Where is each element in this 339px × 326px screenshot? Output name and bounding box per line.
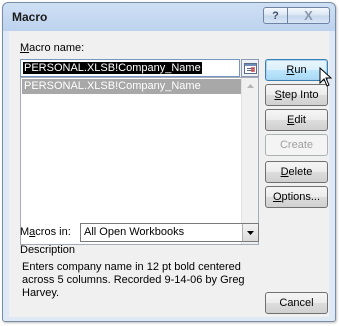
macros-in-dropdown[interactable]: All Open Workbooks [80, 223, 259, 242]
delete-button-accel: D [280, 166, 289, 178]
macro-dialog: Macro ? X Macro name: PERSONAL.XLSB!Comp… [2, 2, 336, 322]
macro-list[interactable]: PERSONAL.XLSB!Company_Name [20, 77, 259, 245]
dialog-title: Macro [12, 10, 48, 24]
mouse-pointer-icon [319, 67, 333, 87]
title-bar[interactable]: Macro ? X [3, 3, 335, 31]
macro-name-label: Macro name: [20, 42, 84, 54]
macros-in-value: All Open Workbooks [84, 226, 185, 238]
list-item[interactable]: PERSONAL.XLSB!Company_Name [22, 79, 242, 94]
options-button-rest: ptions... [281, 191, 321, 203]
edit-button-accel: E [287, 114, 295, 126]
edit-button[interactable]: Edit [265, 109, 328, 131]
run-button-rest: un [294, 64, 307, 76]
run-button-accel: R [286, 64, 295, 76]
cancel-button-label: Cancel [279, 297, 314, 309]
description-text: Enters company name in 12 pt bold center… [22, 261, 245, 299]
close-icon: X [304, 8, 313, 23]
options-button[interactable]: Options... [265, 186, 328, 208]
macros-in-label: Macros in: [20, 226, 71, 238]
macro-name-input[interactable]: PERSONAL.XLSB!Company_Name [20, 59, 240, 77]
description-label: Description [20, 244, 76, 256]
step-into-button-accel: S [274, 89, 282, 101]
macro-name-value: PERSONAL.XLSB!Company_Name [23, 62, 202, 74]
edit-button-rest: dit [294, 114, 306, 126]
collapse-dialog-button[interactable] [241, 59, 259, 77]
delete-button[interactable]: Delete [265, 161, 328, 183]
scroll-up-arrow-icon[interactable] [242, 78, 258, 94]
step-into-button-rest: tep Into [281, 89, 319, 101]
step-into-button[interactable]: Step Into [265, 84, 328, 106]
macros-in-label-prefix: M [20, 226, 30, 238]
options-button-accel: O [272, 191, 282, 203]
dialog-body: Macro name: PERSONAL.XLSB!Company_Name P… [9, 31, 329, 317]
delete-button-rest: elete [288, 166, 313, 178]
macro-list-scrollbar[interactable] [241, 78, 258, 244]
help-icon: ? [272, 9, 279, 22]
macro-name-label-accel: M [20, 42, 30, 54]
macro-name-label-rest: acro name: [29, 42, 85, 54]
help-button[interactable]: ? [263, 7, 288, 24]
macros-in-label-rest: cros in: [35, 226, 71, 238]
close-button[interactable]: X [287, 7, 330, 24]
dropdown-arrow-icon[interactable] [242, 224, 258, 241]
create-button-label: Create [279, 139, 314, 151]
create-button[interactable]: Create [265, 134, 328, 156]
collapse-dialog-icon [243, 62, 257, 74]
cancel-button[interactable]: Cancel [265, 292, 328, 314]
